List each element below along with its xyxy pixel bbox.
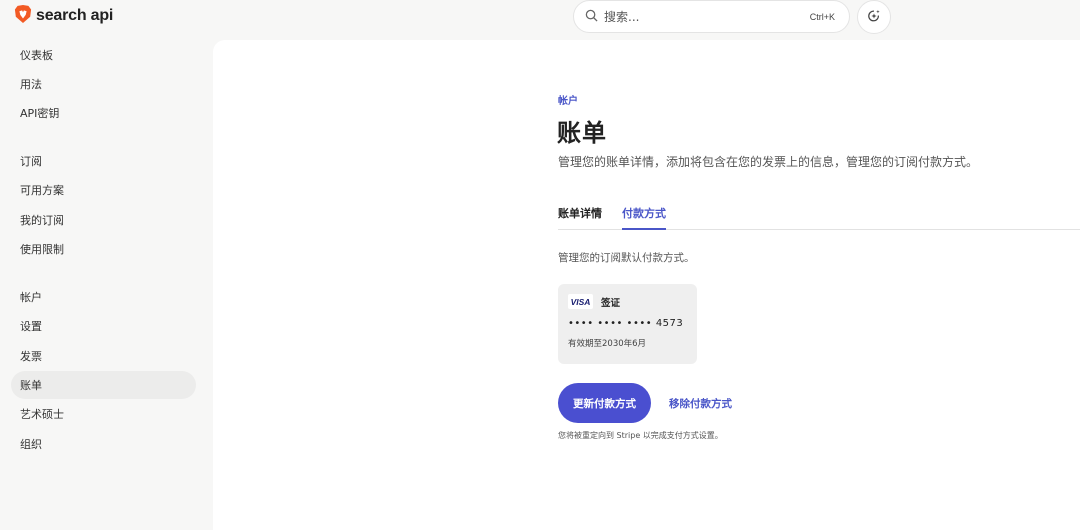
sidebar-section-account[interactable]: 帐户 xyxy=(11,283,196,311)
search-bar[interactable]: Ctrl+K xyxy=(573,0,850,33)
breadcrumb: 帐户 xyxy=(558,96,578,107)
ai-sparkle-icon xyxy=(867,8,881,27)
sidebar-item-plans[interactable]: 可用方案 xyxy=(11,176,196,204)
brand-name: search api xyxy=(36,7,114,24)
main-content: 帐户 账单 管理您的账单详情，添加将包含在您的发票上的信息，管理您的订阅付款方式… xyxy=(213,40,1080,530)
search-icon xyxy=(585,7,604,26)
ai-assistant-button[interactable] xyxy=(857,0,891,34)
sidebar: 仪表板 用法 API密钥 订阅 可用方案 我的订阅 使用限制 帐户 设置 发票 … xyxy=(0,40,212,523)
search-input[interactable] xyxy=(604,9,810,24)
page-title: 账单 xyxy=(557,119,607,147)
sidebar-item-usage-limits[interactable]: 使用限制 xyxy=(11,235,196,263)
update-payment-method-button[interactable]: 更新付款方式 xyxy=(558,383,651,423)
card-brand: 签证 xyxy=(601,297,621,309)
card-expiry: 有效期至2030年6月 xyxy=(568,339,647,349)
active-tab-indicator xyxy=(622,228,666,230)
sidebar-section-subscription[interactable]: 订阅 xyxy=(11,147,196,175)
search-shortcut: Ctrl+K xyxy=(809,11,835,22)
sidebar-item-invoices[interactable]: 发票 xyxy=(11,342,196,370)
sidebar-item-my-subscription[interactable]: 我的订阅 xyxy=(11,206,196,234)
remove-payment-method-button[interactable]: 移除付款方式 xyxy=(669,396,732,411)
sidebar-item-billing[interactable]: 账单 xyxy=(11,371,196,399)
tab-bar: 账单详情 付款方式 xyxy=(558,198,1080,230)
stripe-redirect-note: 您将被重定向到 Stripe 以完成支付方式设置。 xyxy=(558,431,723,440)
brave-lion-icon xyxy=(14,4,32,28)
payment-card: VISA 签证 •••• •••• •••• 4573 有效期至2030年6月 xyxy=(558,284,697,364)
sidebar-item-dashboard[interactable]: 仪表板 xyxy=(11,41,196,69)
card-number: •••• •••• •••• 4573 xyxy=(568,318,684,329)
brand-logo[interactable]: search api xyxy=(14,5,113,27)
page-description: 管理您的账单详情，添加将包含在您的发票上的信息，管理您的订阅付款方式。 xyxy=(558,155,979,169)
sidebar-item-mfa[interactable]: 艺术硕士 xyxy=(11,400,196,428)
sidebar-item-settings[interactable]: 设置 xyxy=(11,312,196,340)
tab-billing-details[interactable]: 账单详情 xyxy=(558,205,602,221)
payment-method-description: 管理您的订阅默认付款方式。 xyxy=(558,252,695,264)
visa-logo-icon: VISA xyxy=(568,294,593,309)
top-bar: search api Ctrl+K xyxy=(0,0,1080,40)
tab-payment-method[interactable]: 付款方式 xyxy=(622,205,666,221)
sidebar-item-api-keys[interactable]: API密钥 xyxy=(11,99,196,127)
sidebar-item-usage[interactable]: 用法 xyxy=(11,70,196,98)
sidebar-item-organization[interactable]: 组织 xyxy=(11,430,196,458)
